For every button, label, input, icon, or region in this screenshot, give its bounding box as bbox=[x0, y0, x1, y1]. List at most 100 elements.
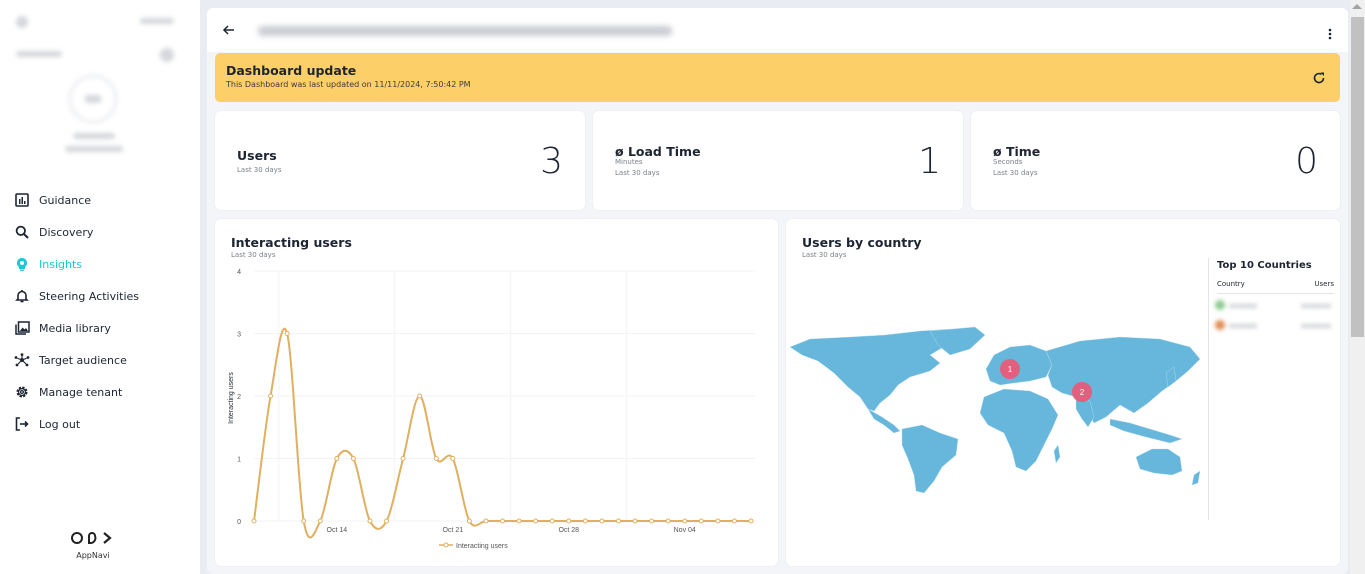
data-point bbox=[417, 393, 423, 399]
series-line bbox=[253, 327, 751, 539]
data-point bbox=[715, 518, 721, 524]
x-tick-label: Oct 28 bbox=[558, 527, 579, 534]
sidebar-item-insights[interactable]: Insights bbox=[0, 248, 200, 280]
kpi-period: Last 30 days bbox=[237, 166, 282, 174]
interacting-users-chart: 0 1 2 3 4 Oct 14 Oct 21 Oct 28 Nov 04 Interacting… bbox=[228, 269, 755, 550]
svg-text:1: 1 bbox=[1008, 365, 1013, 374]
data-point bbox=[748, 518, 754, 524]
svg-text:2: 2 bbox=[1080, 388, 1085, 397]
marker-europe[interactable]: 1 bbox=[1000, 359, 1020, 379]
kpi-card-load-time: ø Load Time Minutes Last 30 days 1 bbox=[593, 111, 963, 210]
x-tick-label: Oct 21 bbox=[442, 527, 463, 534]
kpi-value: 0 bbox=[1295, 141, 1318, 182]
sidebar-item-label: Insights bbox=[39, 257, 83, 271]
data-point bbox=[533, 518, 539, 524]
banner-title: Dashboard update bbox=[226, 63, 357, 78]
sidebar-item-label: Steering Activities bbox=[39, 289, 140, 303]
data-point bbox=[582, 518, 588, 524]
kpi-title: ø Time bbox=[993, 144, 1041, 159]
sidebar-item-media-library[interactable]: Media library bbox=[0, 312, 200, 344]
top-countries-table: Top 10 Countries Country Users bbox=[1208, 258, 1335, 520]
x-tick-label: Oct 14 bbox=[327, 527, 348, 534]
data-point bbox=[251, 518, 257, 524]
network-icon bbox=[14, 352, 30, 368]
sidebar-item-label: Guidance bbox=[39, 193, 92, 207]
sidebar-item-label: Manage tenant bbox=[39, 385, 123, 399]
banner-message: This Dashboard was last updated on 11/11… bbox=[226, 80, 471, 89]
scroll-thumb[interactable] bbox=[1351, 17, 1364, 337]
bell-icon bbox=[14, 288, 30, 304]
madagascar bbox=[1053, 444, 1061, 464]
australia bbox=[1135, 448, 1183, 476]
lightbulb-icon bbox=[14, 256, 30, 272]
data-point bbox=[450, 456, 456, 461]
map-subtitle: Last 30 days bbox=[802, 251, 847, 259]
sidebar-item-label: Log out bbox=[39, 417, 81, 431]
more-menu-button[interactable] bbox=[1325, 26, 1335, 40]
app-icon[interactable] bbox=[16, 16, 28, 28]
image-library-icon bbox=[14, 320, 30, 336]
top-link[interactable] bbox=[140, 18, 174, 24]
sidebar-item-manage-tenant[interactable]: Manage tenant bbox=[0, 376, 200, 408]
data-point bbox=[682, 518, 688, 524]
data-point bbox=[317, 518, 323, 524]
page-url-blurred bbox=[258, 26, 672, 36]
new-zealand bbox=[1191, 470, 1201, 486]
data-point bbox=[466, 518, 472, 524]
user-name bbox=[73, 133, 115, 139]
sidebar-item-guidance[interactable]: Guidance bbox=[0, 184, 200, 216]
top-countries-title: Top 10 Countries bbox=[1217, 260, 1312, 271]
kpi-value: 3 bbox=[540, 141, 563, 182]
sidebar-item-label: Target audience bbox=[39, 353, 127, 367]
sidebar-item-discovery[interactable]: Discovery bbox=[0, 216, 200, 248]
data-point bbox=[615, 518, 621, 524]
marker-south-asia[interactable]: 2 bbox=[1072, 382, 1092, 402]
y-tick-label: 0 bbox=[237, 519, 241, 526]
data-point bbox=[384, 518, 390, 524]
data-point bbox=[301, 518, 307, 524]
tenant-switch-button[interactable] bbox=[160, 48, 174, 62]
data-point bbox=[268, 393, 274, 399]
kpi-card-users: Users Last 30 days 3 bbox=[215, 111, 585, 210]
world-map[interactable]: 1 2 bbox=[790, 325, 1208, 495]
scroll-up-arrow[interactable] bbox=[1352, 4, 1362, 9]
refresh-button[interactable] bbox=[1312, 70, 1326, 84]
legend-marker bbox=[443, 542, 449, 548]
asia bbox=[1045, 336, 1201, 424]
kpi-card-time: ø Time Seconds Last 30 days 0 bbox=[971, 111, 1340, 210]
y-tick-label: 4 bbox=[237, 269, 241, 276]
data-point bbox=[566, 518, 572, 524]
back-button[interactable] bbox=[222, 22, 238, 38]
data-point bbox=[549, 518, 555, 524]
data-point bbox=[599, 518, 605, 524]
data-point bbox=[632, 518, 638, 524]
user-email bbox=[65, 146, 123, 152]
appnavi-logo: AppNavi bbox=[60, 530, 126, 560]
data-point bbox=[649, 518, 655, 524]
data-point bbox=[500, 518, 505, 524]
kebab-icon bbox=[1328, 28, 1332, 40]
table-row[interactable] bbox=[1213, 296, 1333, 316]
logo-text: AppNavi bbox=[76, 551, 110, 560]
map-title: Users by country bbox=[802, 235, 922, 250]
data-point bbox=[367, 518, 373, 524]
y-axis-label: Interacting users bbox=[228, 372, 235, 424]
southeast-asia bbox=[1109, 418, 1183, 444]
dashboard-update-banner: Dashboard update This Dashboard was last… bbox=[215, 53, 1340, 102]
sidebar-item-steering-activities[interactable]: Steering Activities bbox=[0, 280, 200, 312]
sidebar-item-log-out[interactable]: Log out bbox=[0, 408, 200, 440]
kpi-unit: Minutes bbox=[615, 158, 643, 166]
data-point bbox=[665, 518, 671, 524]
table-row[interactable] bbox=[1213, 316, 1333, 336]
avatar[interactable] bbox=[68, 74, 118, 124]
data-point bbox=[433, 456, 439, 461]
sidebar-item-label: Media library bbox=[39, 321, 111, 335]
bar-chart-icon bbox=[14, 192, 30, 208]
sidebar-item-target-audience[interactable]: Target audience bbox=[0, 344, 200, 376]
sidebar: Guidance Discovery Insights Steering Act… bbox=[0, 0, 200, 574]
kpi-title: Users bbox=[237, 148, 277, 163]
kpi-period: Last 30 days bbox=[615, 169, 660, 177]
search-icon bbox=[14, 224, 30, 240]
y-tick-label: 1 bbox=[237, 457, 241, 464]
data-point bbox=[731, 518, 737, 524]
